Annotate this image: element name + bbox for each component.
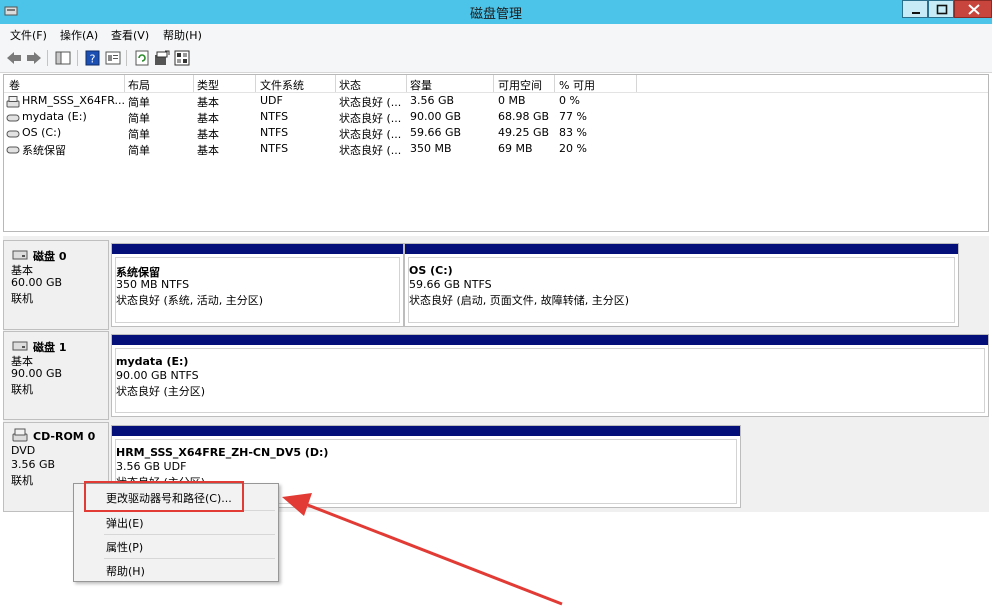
annotation-arrow [282,493,563,606]
